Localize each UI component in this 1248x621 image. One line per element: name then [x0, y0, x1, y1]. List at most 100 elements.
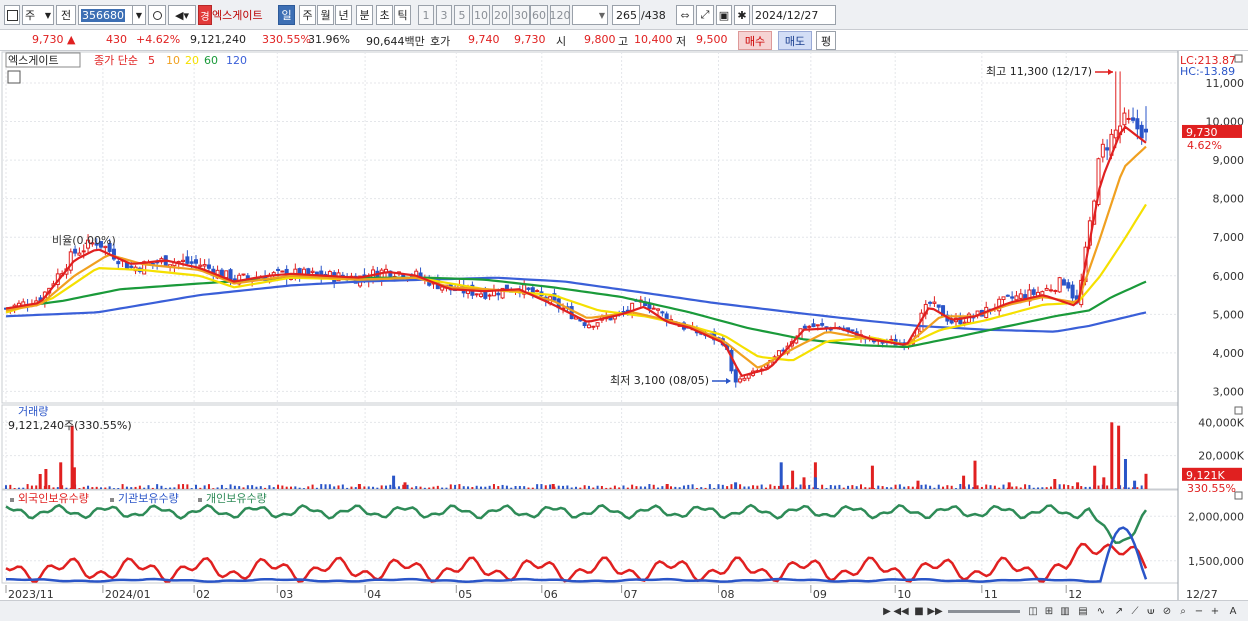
speaker-icon[interactable]: ◀▾ [168, 5, 196, 25]
candle-body [487, 294, 492, 297]
interval-tab-10[interactable]: 10 [472, 5, 490, 25]
trend-icon[interactable]: ⟋ [1128, 604, 1142, 618]
period-tab-4[interactable]: 분 [356, 5, 373, 25]
scroll-right-icon[interactable]: ▶ [880, 604, 894, 618]
draw-icon[interactable]: ↗ [1112, 604, 1126, 618]
chart-area[interactable]: 2023/11 2024/01 02 03 04 05 06 07 08 09 10 11 12 12/2… [0, 51, 1248, 600]
chart-type-icon[interactable]: ▥ [1058, 604, 1072, 618]
period-tab-2[interactable]: 월 [317, 5, 334, 25]
interval-tab-1[interactable]: 1 [418, 5, 434, 25]
period-tab-0[interactable]: 일 [278, 5, 295, 25]
zoom-search-icon[interactable]: ⌕ [1176, 604, 1190, 618]
period-tab-3[interactable]: 년 [335, 5, 352, 25]
period-tab-5[interactable]: 초 [376, 5, 393, 25]
warning-badge: 경 [198, 5, 212, 25]
chart-toolbar: 주 ▼ 전 356680 ▼ ◀▾ 경 엑스게이트 일주월년분초틱 1 3 5 10 2… [0, 0, 1248, 30]
pattern-icon[interactable]: ⟒ [1144, 604, 1158, 618]
high-annotation: 최고 11,300 (12/17) [986, 65, 1092, 78]
candle-body [306, 268, 311, 275]
stock-code-input[interactable]: 356680 ▼ [78, 5, 146, 25]
interval-tab-5[interactable]: 5 [454, 5, 470, 25]
volume-bar [112, 488, 115, 489]
pane-maximize-icon [1234, 491, 1243, 500]
count-input[interactable]: 265 [612, 5, 640, 25]
type-select[interactable]: 주 ▼ [22, 5, 54, 25]
volume-desc: 9,121,240주(330.55%) [8, 419, 132, 432]
volume-bar [877, 485, 880, 489]
layout-icon[interactable]: ◫ [1026, 604, 1040, 618]
interval-tab-120[interactable]: 120 [550, 5, 571, 25]
volume-bar [311, 484, 314, 489]
prev-button[interactable]: 전 [56, 5, 76, 25]
candle-body [181, 259, 186, 262]
bar-chart-icon[interactable]: ▤ [1076, 604, 1090, 618]
pane-maximize-icon [1234, 54, 1243, 63]
warning-badge-text: 경 [200, 11, 210, 23]
chevron-down-icon[interactable]: ▼ [132, 6, 145, 24]
settings-icon[interactable]: ⊘ [1160, 604, 1174, 618]
interval-tab-20[interactable]: 20 [492, 5, 510, 25]
volume-bar [695, 488, 698, 489]
zoom-icon[interactable]: ⇔ [676, 5, 694, 25]
sell-button[interactable]: 매도 [778, 31, 812, 50]
zoom-out-icon[interactable]: − [1192, 604, 1206, 618]
volume-bar [406, 484, 409, 489]
grid-icon[interactable]: ⊞ [1042, 604, 1056, 618]
fast-forward-icon[interactable]: ▶▶ [927, 604, 942, 618]
volume-bar [441, 487, 444, 489]
volume-bar [769, 484, 772, 489]
crosshair-icon[interactable]: ⤢ [696, 5, 714, 25]
candle-body [474, 293, 479, 296]
volume-bar [1024, 484, 1027, 489]
volume-spike-bar [1007, 482, 1011, 489]
buy-button[interactable]: 매수 [738, 31, 772, 50]
font-size-icon[interactable]: A [1226, 604, 1240, 618]
period-tab-6[interactable]: 틱 [394, 5, 411, 25]
bid-price-1: 9,740 [468, 33, 500, 46]
end-date-label: 12/27 [1186, 588, 1218, 600]
interval-tab-60[interactable]: 60 [530, 5, 548, 25]
volume-bar [907, 486, 910, 489]
candle-body [276, 268, 281, 271]
volume-bar [1071, 486, 1074, 489]
line-chart-icon[interactable]: ∿ [1094, 604, 1108, 618]
volume-bar [320, 484, 323, 489]
candle-body [811, 323, 816, 328]
volume-bar [467, 486, 470, 489]
holdings-legend-0: 외국인보유수량 [18, 492, 89, 505]
candle-body [1014, 295, 1019, 301]
x-tick-label: 08 [721, 588, 735, 600]
volume-bar [428, 487, 431, 489]
date-input[interactable]: 2024/12/27 [752, 5, 836, 25]
save-icon[interactable]: ▣ [716, 5, 732, 25]
search-icon[interactable] [148, 5, 166, 25]
period-tab-1[interactable]: 주 [299, 5, 316, 25]
interval-select[interactable]: ▼ [572, 5, 608, 25]
volume-bar [674, 486, 677, 489]
candle-body [738, 378, 743, 383]
type-select-value: 주 [25, 9, 36, 22]
stop-icon[interactable]: ■ [912, 604, 926, 618]
volume-bar [56, 487, 59, 489]
volume-tick-label: 20,000K [1198, 450, 1244, 463]
chart-window-icon[interactable] [4, 5, 20, 25]
volume-bar [480, 486, 482, 489]
volume-bar [821, 484, 824, 489]
rewind-icon[interactable]: ◀◀ [893, 604, 908, 618]
zoom-slider[interactable] [948, 610, 1020, 613]
low-price: 9,500 [696, 33, 728, 46]
legend-ma-prefix: 종가 단순 [94, 54, 138, 67]
holdings-legend-1: 기관보유수량 [118, 492, 179, 505]
volume-bar [415, 486, 418, 489]
volume-bar [531, 487, 534, 489]
zoom-in-icon[interactable]: + [1208, 604, 1222, 618]
buy-button-label: 매수 [744, 34, 766, 48]
volume-bar [207, 484, 210, 489]
gear-icon[interactable]: ✱ [734, 5, 750, 25]
volume-spike-bar [403, 482, 407, 489]
volume-bar [652, 484, 655, 489]
interval-tab-3[interactable]: 3 [436, 5, 452, 25]
interval-tab-30[interactable]: 30 [512, 5, 530, 25]
x-tick-label: 02 [196, 588, 210, 600]
eval-button[interactable]: 평 [816, 31, 836, 50]
